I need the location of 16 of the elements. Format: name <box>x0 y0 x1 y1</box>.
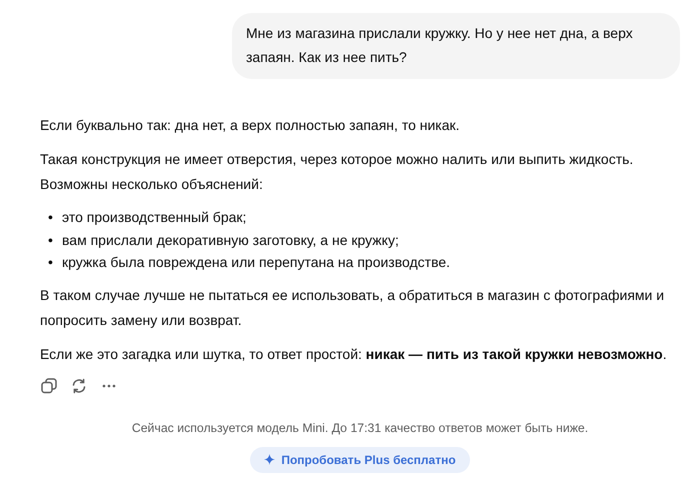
answer-paragraph: Такая конструкция не имеет отверстия, через которое можно налить или выпить жидкость. Возможны несколько объяснений: <box>40 150 634 194</box>
regenerate-icon[interactable] <box>70 376 88 394</box>
list-item: вам прислали декоративную заготовку, а не кружку; <box>62 230 399 250</box>
bullet: • <box>48 253 54 272</box>
list-item: кружка была повреждена или перепутана на производстве. <box>62 253 450 272</box>
model-notice: Сейчас используется модель Mini. До 17:31 качество ответов может быть ниже. <box>132 420 588 434</box>
answer-paragraph: Если же это загадка или шутка, то ответ простой: никак — пить из такой кружки невозможно. <box>40 344 668 364</box>
answer-paragraph: Если буквально так: дна нет, а верх полностью запаян, то никак. <box>40 116 461 135</box>
answer-paragraph: В таком случае лучше не пытаться ее использовать, а обратиться в магазин с фотографиями и попросить замену или возврат. <box>40 286 666 330</box>
bullet: • <box>48 230 54 250</box>
sparkle-icon <box>264 454 276 465</box>
try-plus-button[interactable]: Попробовать Plus бесплатно <box>250 446 470 472</box>
list-item: это производственный брак; <box>62 208 246 227</box>
user-message: Мне из магазина прислали кружку. Но у нее нет дна, а верх запаян. Как из нее пить? <box>232 13 680 79</box>
bullet: • <box>48 208 54 227</box>
copy-icon[interactable] <box>40 376 58 394</box>
